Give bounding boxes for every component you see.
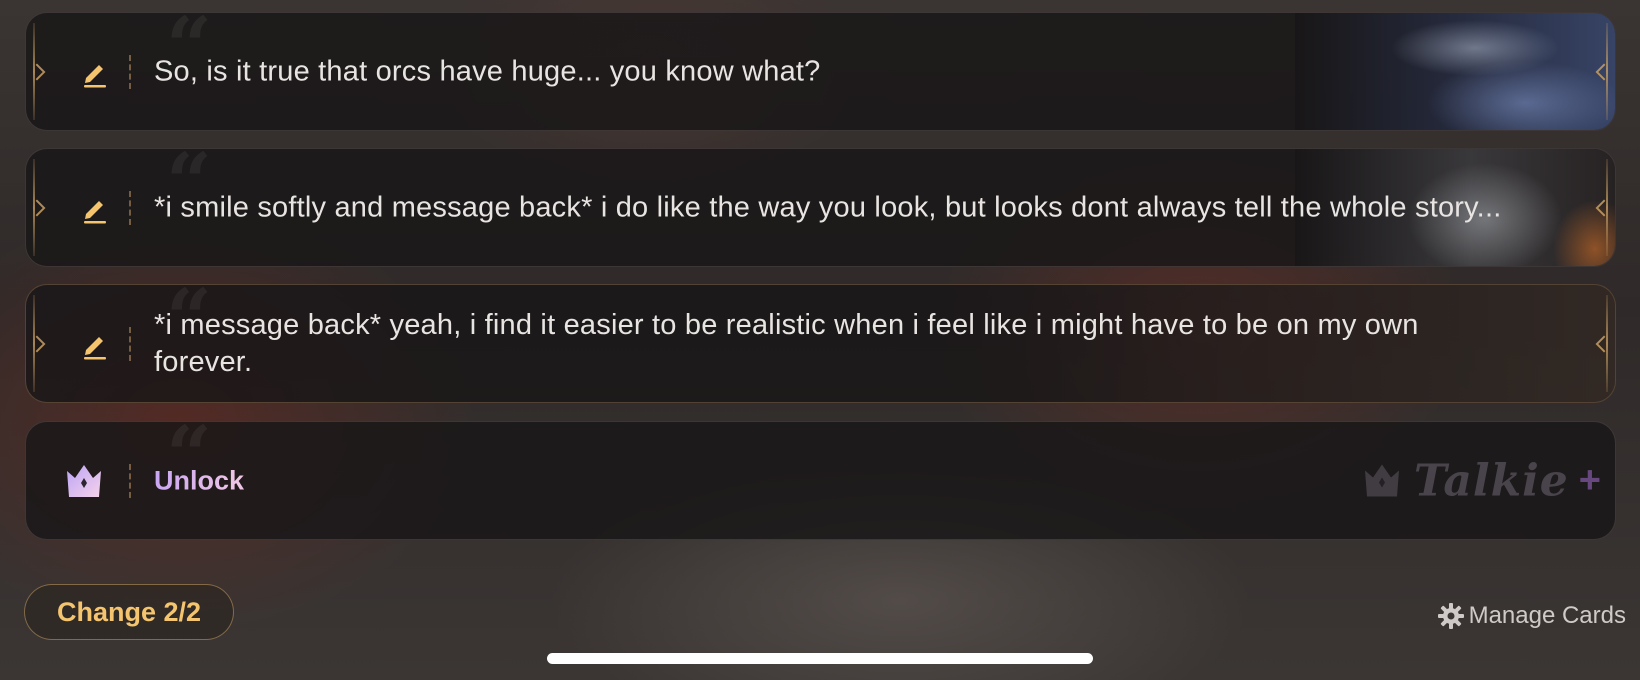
card-rail-left <box>29 23 43 120</box>
reply-text: So, is it true that orcs have huge... yo… <box>154 55 821 87</box>
crown-icon <box>1364 464 1399 497</box>
card-rail-right <box>1598 295 1612 392</box>
unlock-label: Unlock <box>154 465 245 495</box>
home-indicator <box>547 653 1093 664</box>
change-button[interactable]: Change 2/2 <box>24 584 234 640</box>
crown-icon <box>67 464 101 497</box>
card-divider <box>129 326 131 361</box>
pencil-icon[interactable] <box>78 327 112 361</box>
pencil-icon[interactable] <box>78 55 112 89</box>
card-rail-left <box>29 159 43 256</box>
reply-card-3[interactable]: “ *i message back* yeah, i find it easie… <box>25 284 1616 403</box>
card-divider <box>129 463 131 498</box>
card-divider <box>129 190 131 225</box>
reply-card-2[interactable]: “ *i smile softly and message back* i do… <box>25 148 1616 267</box>
brand-plus: + <box>1578 459 1601 501</box>
manage-cards-label: Manage Cards <box>1468 602 1626 629</box>
card-rail-right <box>1598 23 1612 120</box>
card-divider <box>129 54 131 89</box>
card-rail-right <box>1598 159 1612 256</box>
manage-cards-button[interactable]: Manage Cards <box>1437 602 1626 630</box>
pencil-icon[interactable] <box>78 191 112 225</box>
gear-icon <box>1437 603 1464 629</box>
brand-name: Talkie <box>1413 455 1569 506</box>
reply-card-1[interactable]: “ So, is it true that orcs have huge... … <box>25 12 1616 131</box>
reply-text: *i message back* yeah, i find it easier … <box>154 308 1419 378</box>
talkie-plus-logo: Talkie + <box>1360 455 1601 506</box>
card-rail-left <box>29 295 43 392</box>
unlock-card[interactable]: “ Unlock Talkie + <box>25 421 1616 540</box>
reply-text: *i smile softly and message back* i do l… <box>154 191 1502 223</box>
